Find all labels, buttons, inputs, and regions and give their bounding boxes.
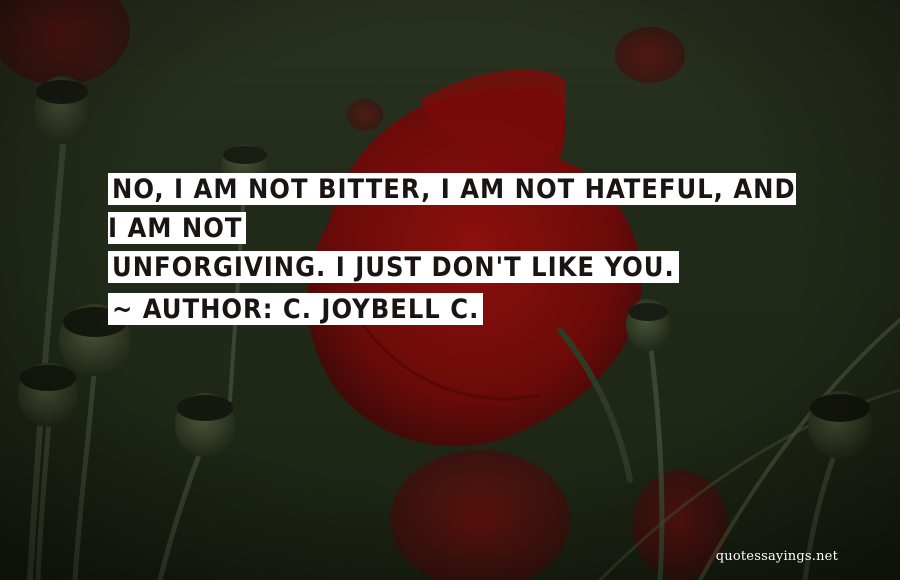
author-name: C. JoyBell C. bbox=[282, 294, 480, 325]
quote-line-2: unforgiving. I just don't like you. bbox=[108, 248, 808, 287]
quote-text-block: No, I am not bitter, I am not hateful, a… bbox=[108, 170, 808, 329]
author-prefix: ~ Author: bbox=[112, 294, 274, 325]
quote-line-1: No, I am not bitter, I am not hateful, a… bbox=[108, 173, 796, 244]
quote-image: No, I am not bitter, I am not hateful, a… bbox=[0, 0, 900, 580]
site-watermark: quotessayings.net bbox=[715, 549, 838, 564]
author-line: ~ Author: C. JoyBell C. bbox=[108, 290, 808, 329]
